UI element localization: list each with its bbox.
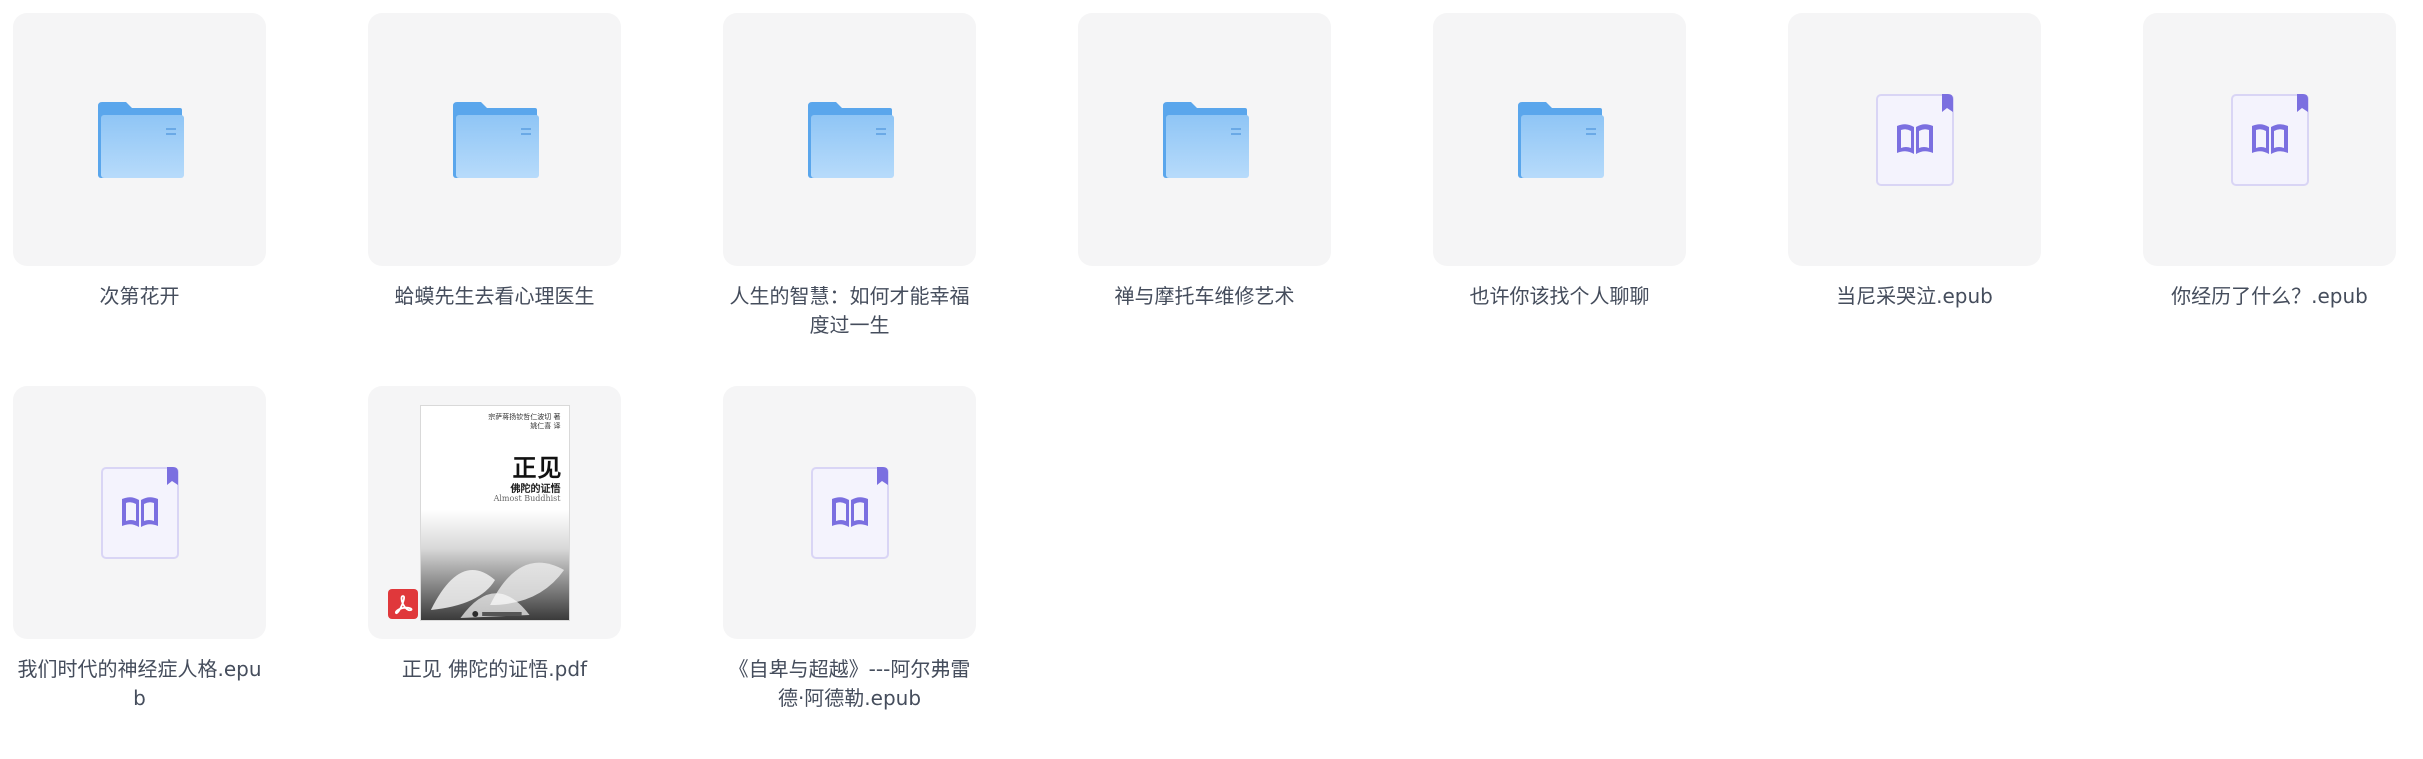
- cover-author-text: 宗萨蒋扬钦哲仁波切 著: [488, 412, 561, 421]
- book-open-icon: [100, 466, 179, 559]
- file-item-epub[interactable]: 你经历了什么？.epub: [2143, 13, 2396, 386]
- file-name: 你经历了什么？.epub: [2171, 284, 2368, 308]
- file-name: 禅与摩托车维修艺术: [1114, 284, 1295, 308]
- file-item-folder[interactable]: 禅与摩托车维修艺术: [1078, 13, 1331, 386]
- file-name: 我们时代的神经症人格.epub: [17, 657, 262, 710]
- file-item-folder[interactable]: 也许你该找个人聊聊: [1433, 13, 1686, 386]
- file-name: 《自卑与超越》---阿尔弗雷德·阿德勒.epub: [728, 657, 971, 710]
- cover-subtitle: 佛陀的证悟: [510, 483, 561, 495]
- file-item-epub[interactable]: 当尼采哭泣.epub: [1788, 13, 2041, 386]
- folder-icon: [1162, 101, 1249, 178]
- folder-icon: [452, 101, 539, 178]
- cover-flower-photo: [420, 509, 569, 620]
- file-name: 当尼采哭泣.epub: [1836, 284, 1993, 308]
- file-item-epub[interactable]: 《自卑与超越》---阿尔弗雷德·阿德勒.epub: [723, 386, 976, 759]
- file-thumbnail[interactable]: [1433, 13, 1686, 266]
- file-item-epub[interactable]: 我们时代的神经症人格.epub: [13, 386, 266, 759]
- cover-title: 正见: [512, 452, 563, 482]
- folder-icon: [1517, 101, 1604, 178]
- file-thumbnail[interactable]: [723, 386, 976, 639]
- file-name: 蛤蟆先生去看心理医生: [394, 284, 595, 308]
- file-thumbnail[interactable]: [13, 386, 266, 639]
- book-open-icon: [1875, 93, 1954, 186]
- file-thumbnail[interactable]: [13, 13, 266, 266]
- file-thumbnail[interactable]: 宗萨蒋扬钦哲仁波切 著 姚仁喜 译 正见 佛陀的证悟 Almost Buddhi…: [368, 386, 621, 639]
- book-open-icon: [810, 466, 889, 559]
- file-thumbnail[interactable]: [2143, 13, 2396, 266]
- file-item-pdf[interactable]: 宗萨蒋扬钦哲仁波切 著 姚仁喜 译 正见 佛陀的证悟 Almost Buddhi…: [368, 386, 621, 759]
- file-thumbnail[interactable]: [1788, 13, 2041, 266]
- file-item-folder[interactable]: 次第花开: [13, 13, 266, 386]
- file-item-folder[interactable]: 人生的智慧：如何才能幸福度过一生: [723, 13, 976, 386]
- folder-icon: [97, 101, 184, 178]
- folder-icon: [807, 101, 894, 178]
- file-name: 人生的智慧：如何才能幸福度过一生: [729, 284, 970, 337]
- cover-authors: 宗萨蒋扬钦哲仁波切 著 姚仁喜 译: [488, 413, 560, 431]
- file-thumbnail[interactable]: [723, 13, 976, 266]
- file-name: 次第花开: [99, 284, 180, 308]
- file-thumbnail[interactable]: [368, 13, 621, 266]
- file-name: 也许你该找个人聊聊: [1469, 284, 1650, 308]
- file-thumbnail[interactable]: [1078, 13, 1331, 266]
- cover-english-title: Almost Buddhist: [493, 493, 561, 503]
- file-grid: 次第花开 蛤蟆先生去看心理医生 人生的智慧：如何才能幸福度过一生 禅与摩托车维修…: [13, 13, 2396, 759]
- pdf-icon: [388, 589, 418, 619]
- file-name: 正见 佛陀的证悟.pdf: [401, 657, 588, 681]
- book-open-icon: [2230, 93, 2309, 186]
- book-cover-image: 宗萨蒋扬钦哲仁波切 著 姚仁喜 译 正见 佛陀的证悟 Almost Buddhi…: [419, 404, 570, 621]
- file-item-folder[interactable]: 蛤蟆先生去看心理医生: [368, 13, 621, 386]
- cover-translator-text: 姚仁喜 译: [530, 421, 561, 430]
